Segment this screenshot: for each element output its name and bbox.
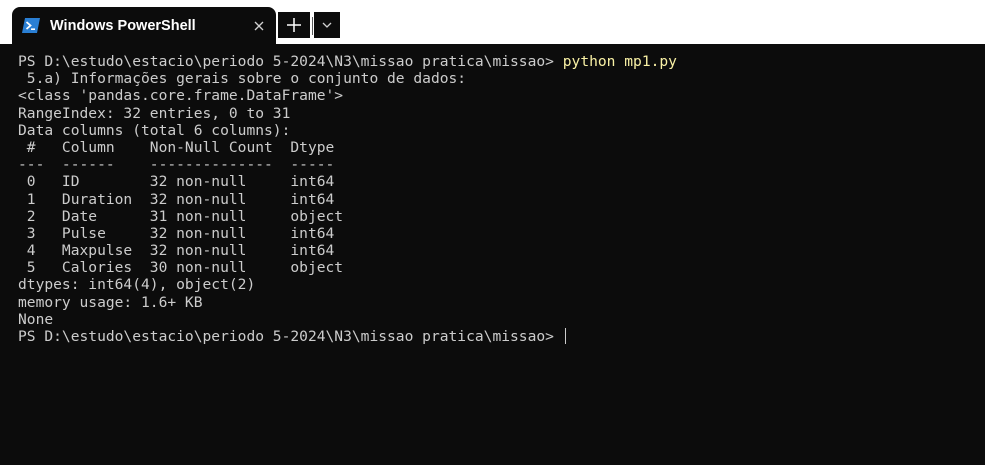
new-tab-button[interactable]	[278, 12, 310, 38]
output-line: 2 Date 31 non-null object	[18, 207, 344, 225]
command-text: python mp1.py	[562, 53, 677, 70]
output-line: None	[18, 310, 54, 328]
output-line: memory usage: 1.6+ KB	[18, 293, 203, 311]
powershell-icon	[22, 18, 40, 33]
terminal-window: Windows PowerShell PS D:\estudo\estacio\…	[0, 0, 985, 465]
prompt: PS D:\estudo\estacio\periodo 5-2024\N3\m…	[18, 328, 563, 345]
prompt-line[interactable]: PS D:\estudo\estacio\periodo 5-2024\N3\m…	[18, 328, 985, 345]
chevron-down-icon	[322, 22, 332, 28]
output-line: RangeIndex: 32 entries, 0 to 31	[18, 104, 291, 122]
prompt: PS D:\estudo\estacio\periodo 5-2024\N3\m…	[18, 53, 563, 70]
tab-dropdown-button[interactable]	[314, 12, 340, 38]
tab-title: Windows PowerShell	[50, 17, 196, 34]
close-icon[interactable]	[246, 13, 272, 39]
tab-separator	[312, 17, 313, 35]
output-line: 5.a) Informações gerais sobre o conjunto…	[18, 70, 467, 88]
plus-icon	[287, 18, 301, 32]
output-line: 1 Duration 32 non-null int64	[18, 190, 344, 208]
output-line: 4 Maxpulse 32 non-null int64	[18, 242, 344, 260]
text-cursor	[564, 328, 567, 344]
output-line: <class 'pandas.core.frame.DataFrame'>	[18, 87, 344, 105]
terminal-output[interactable]: PS D:\estudo\estacio\periodo 5-2024\N3\m…	[0, 44, 985, 465]
tab-windows-powershell[interactable]: Windows PowerShell	[12, 7, 276, 44]
output-line: --- ------ -------------- -----	[18, 156, 344, 174]
output-line: dtypes: int64(4), object(2)	[18, 276, 256, 294]
output-line: 0 ID 32 non-null int64	[18, 173, 344, 191]
tab-bar: Windows PowerShell	[0, 0, 985, 44]
output-line: 5 Calories 30 non-null object	[18, 259, 344, 277]
output-line: 3 Pulse 32 non-null int64	[18, 224, 344, 242]
output-line: # Column Non-Null Count Dtype	[18, 138, 344, 156]
output-line: Data columns (total 6 columns):	[18, 121, 291, 139]
command-line: PS D:\estudo\estacio\periodo 5-2024\N3\m…	[18, 53, 985, 70]
